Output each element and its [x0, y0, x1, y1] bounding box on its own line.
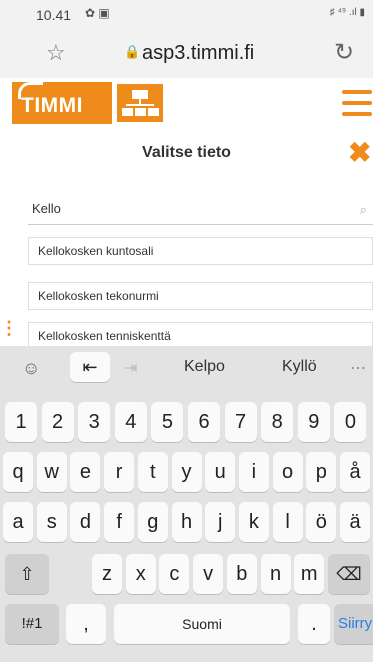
- suggestion-1[interactable]: Kelpo: [184, 358, 225, 376]
- key-8[interactable]: 8: [261, 402, 294, 442]
- key-u[interactable]: u: [205, 452, 236, 492]
- backspace-icon[interactable]: ⌫: [328, 554, 370, 594]
- search-icon[interactable]: ⌕: [360, 202, 367, 218]
- emoji-icon[interactable]: ☺: [22, 358, 40, 379]
- key-t[interactable]: t: [137, 452, 168, 492]
- key-w[interactable]: w: [36, 452, 67, 492]
- key-4[interactable]: 4: [114, 402, 147, 442]
- key-2[interactable]: 2: [41, 402, 74, 442]
- background-menu-icon: ⋮: [0, 318, 18, 338]
- search-field[interactable]: ⌕: [28, 198, 373, 225]
- on-screen-keyboard: ☺ ⇤ ⇥ Kelpo Kyllö ⋯ 1234567890 qwertyuiop…: [0, 346, 373, 662]
- logo-text: TIMMI: [21, 94, 83, 117]
- more-icon[interactable]: ⋯: [350, 358, 366, 378]
- key-å[interactable]: å: [340, 452, 370, 492]
- status-bar: 10.41 ✿ ▣ ♯ ⁴⁹ .ıl ▮: [0, 0, 373, 30]
- key-g[interactable]: g: [137, 502, 168, 542]
- key-6[interactable]: 6: [188, 402, 220, 442]
- reload-icon[interactable]: ↻: [334, 38, 354, 67]
- key-a[interactable]: a: [3, 502, 33, 542]
- option-item[interactable]: Kellokosken tekonurmi: [28, 282, 373, 310]
- key-j[interactable]: j: [205, 502, 236, 542]
- cursor-right-icon[interactable]: ⇥: [124, 358, 137, 378]
- browser-toolbar: ☆ 🔒 asp3.timmi.fi ↻: [0, 30, 373, 78]
- key-v[interactable]: v: [193, 554, 224, 594]
- key-0[interactable]: 0: [334, 402, 367, 442]
- cursor-left-icon[interactable]: ⇤: [70, 352, 110, 382]
- key-ä[interactable]: ä: [340, 502, 370, 542]
- status-time: 10.41: [36, 7, 72, 23]
- key-x[interactable]: x: [125, 554, 156, 594]
- key-q[interactable]: q: [3, 452, 33, 492]
- key-p[interactable]: p: [306, 452, 337, 492]
- key-9[interactable]: 9: [297, 402, 330, 442]
- key-r[interactable]: r: [104, 452, 135, 492]
- key-b[interactable]: b: [226, 554, 257, 594]
- key-f[interactable]: f: [104, 502, 135, 542]
- shift-icon[interactable]: ⇧: [5, 554, 49, 594]
- key-3[interactable]: 3: [78, 402, 111, 442]
- key-k[interactable]: k: [238, 502, 269, 542]
- status-notification-icons: ✿ ▣: [85, 6, 110, 20]
- comma-key[interactable]: ,: [66, 604, 106, 644]
- address-bar[interactable]: asp3.timmi.fi: [142, 42, 254, 65]
- search-input[interactable]: [32, 201, 332, 216]
- status-system-icons: ♯ ⁴⁹ .ıl ▮: [329, 7, 365, 18]
- key-n[interactable]: n: [260, 554, 291, 594]
- dialog-header: Valitse tieto ✖: [0, 130, 373, 175]
- key-z[interactable]: z: [92, 554, 122, 594]
- dialog-title: Valitse tieto: [142, 144, 231, 161]
- timmi-logo[interactable]: TIMMI: [12, 82, 112, 124]
- organization-chart-icon[interactable]: [117, 84, 163, 122]
- go-key[interactable]: Siirry: [334, 604, 373, 644]
- menu-icon[interactable]: [342, 90, 372, 123]
- bookmark-star-icon[interactable]: ☆: [46, 40, 66, 66]
- key-5[interactable]: 5: [151, 402, 184, 442]
- close-icon[interactable]: ✖: [348, 136, 371, 169]
- symbols-key[interactable]: !#1: [5, 604, 59, 644]
- suggestion-2[interactable]: Kyllö: [282, 358, 317, 376]
- suggestion-bar: ☺ ⇤ ⇥ Kelpo Kyllö ⋯: [0, 346, 373, 388]
- key-c[interactable]: c: [159, 554, 190, 594]
- period-key[interactable]: .: [298, 604, 330, 644]
- option-item[interactable]: Kellokosken kuntosali: [28, 237, 373, 265]
- key-7[interactable]: 7: [224, 402, 257, 442]
- key-d[interactable]: d: [70, 502, 101, 542]
- key-l[interactable]: l: [272, 502, 303, 542]
- key-e[interactable]: e: [70, 452, 101, 492]
- key-h[interactable]: h: [171, 502, 202, 542]
- lock-icon: 🔒: [124, 44, 141, 59]
- key-y[interactable]: y: [171, 452, 202, 492]
- key-o[interactable]: o: [272, 452, 303, 492]
- key-m[interactable]: m: [294, 554, 325, 594]
- key-s[interactable]: s: [36, 502, 67, 542]
- key-1[interactable]: 1: [5, 402, 37, 442]
- space-key[interactable]: Suomi: [114, 604, 290, 644]
- key-i[interactable]: i: [238, 452, 269, 492]
- key-ö[interactable]: ö: [306, 502, 337, 542]
